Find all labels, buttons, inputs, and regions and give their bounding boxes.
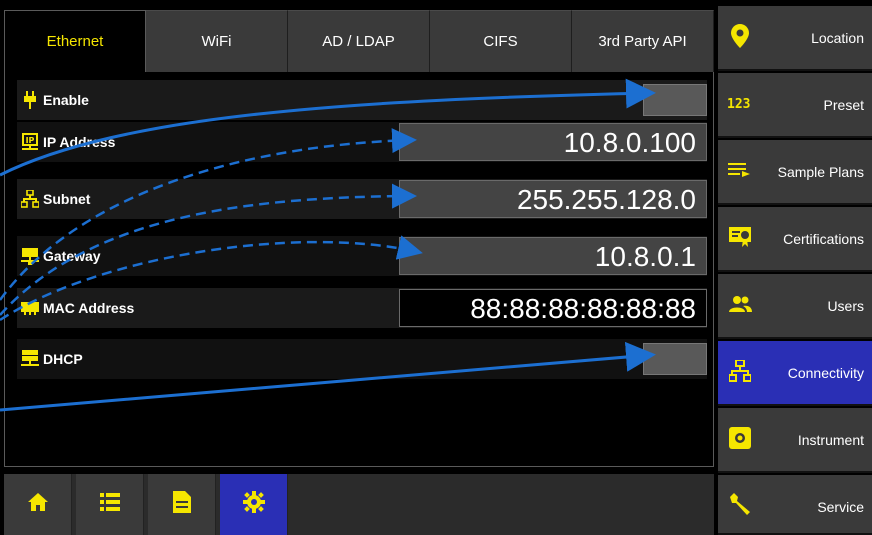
gear-icon <box>726 424 754 452</box>
gateway-label: Gateway <box>43 248 101 264</box>
home-icon <box>27 492 49 517</box>
main-panel: Ethernet WiFi AD / LDAP CIFS 3rd Party A… <box>0 0 718 535</box>
dhcp-row: DHCP <box>17 339 707 379</box>
network-icon <box>21 190 39 208</box>
tab-bar: Ethernet WiFi AD / LDAP CIFS 3rd Party A… <box>4 10 714 72</box>
gear-icon <box>242 491 265 518</box>
numeric-123-icon: 123 <box>726 89 754 117</box>
tab-3rd-party-api[interactable]: 3rd Party API <box>572 10 714 72</box>
wrench-icon <box>726 491 754 519</box>
network-icon <box>726 357 754 385</box>
tab-wifi[interactable]: WiFi <box>146 10 288 72</box>
ip-icon: IP <box>21 133 39 151</box>
svg-text:IP: IP <box>26 136 35 145</box>
sidebar-item-label: Connectivity <box>787 365 864 381</box>
monitor-network-icon <box>21 247 39 265</box>
settings-button[interactable] <box>220 474 288 535</box>
mac-address-value: 88:88:88:88:88:88 <box>399 289 707 327</box>
sidebar: Location 123 Preset Sample Plans Certifi… <box>718 6 872 535</box>
sidebar-item-label: Sample Plans <box>777 164 864 180</box>
mac-address-row: MAC Address 88:88:88:88:88:88 <box>17 288 707 328</box>
svg-text:123: 123 <box>727 97 750 110</box>
ip-address-label: IP Address <box>43 134 116 150</box>
certificate-icon <box>726 223 754 251</box>
gateway-input[interactable]: 10.8.0.1 <box>399 237 707 275</box>
sidebar-item-service[interactable]: Service <box>718 475 872 535</box>
subnet-row: Subnet 255.255.128.0 <box>17 179 707 219</box>
tab-cifs[interactable]: CIFS <box>430 10 572 72</box>
users-icon <box>726 290 754 318</box>
enable-toggle[interactable] <box>643 84 707 116</box>
sidebar-item-label: Instrument <box>797 432 864 448</box>
tab-ad-ldap[interactable]: AD / LDAP <box>288 10 430 72</box>
server-network-icon <box>21 350 39 368</box>
document-icon <box>172 491 191 518</box>
enable-label: Enable <box>43 92 89 108</box>
map-marker-icon <box>726 22 754 50</box>
sidebar-item-label: Preset <box>823 97 864 113</box>
ethernet-settings-panel: Enable IP IP Address 10.8.0.100 Subnet 2… <box>4 72 714 467</box>
list-arrow-icon <box>726 156 754 184</box>
sidebar-item-location[interactable]: Location <box>718 6 872 71</box>
document-button[interactable] <box>148 474 216 535</box>
ip-address-row: IP IP Address 10.8.0.100 <box>17 122 707 162</box>
subnet-input[interactable]: 255.255.128.0 <box>399 180 707 218</box>
sidebar-item-preset[interactable]: 123 Preset <box>718 73 872 138</box>
ethernet-card-icon <box>21 299 39 317</box>
tab-ethernet[interactable]: Ethernet <box>4 10 146 72</box>
plug-icon <box>21 91 39 109</box>
sidebar-item-connectivity[interactable]: Connectivity <box>718 341 872 406</box>
ip-address-input[interactable]: 10.8.0.100 <box>399 123 707 161</box>
sidebar-item-users[interactable]: Users <box>718 274 872 339</box>
list-button[interactable] <box>76 474 144 535</box>
dhcp-label: DHCP <box>43 351 83 367</box>
mac-address-label: MAC Address <box>43 300 135 316</box>
sidebar-item-sample-plans[interactable]: Sample Plans <box>718 140 872 205</box>
home-button[interactable] <box>4 474 72 535</box>
sidebar-item-label: Location <box>811 30 864 46</box>
enable-row: Enable <box>17 80 707 120</box>
gateway-row: Gateway 10.8.0.1 <box>17 236 707 276</box>
sidebar-item-certifications[interactable]: Certifications <box>718 207 872 272</box>
sidebar-item-label: Users <box>827 298 864 314</box>
sidebar-item-label: Service <box>817 499 864 515</box>
sidebar-item-instrument[interactable]: Instrument <box>718 408 872 473</box>
sidebar-item-label: Certifications <box>783 231 864 247</box>
subnet-label: Subnet <box>43 191 91 207</box>
list-icon <box>99 493 120 516</box>
dhcp-toggle[interactable] <box>643 343 707 375</box>
bottom-toolbar <box>4 474 714 535</box>
